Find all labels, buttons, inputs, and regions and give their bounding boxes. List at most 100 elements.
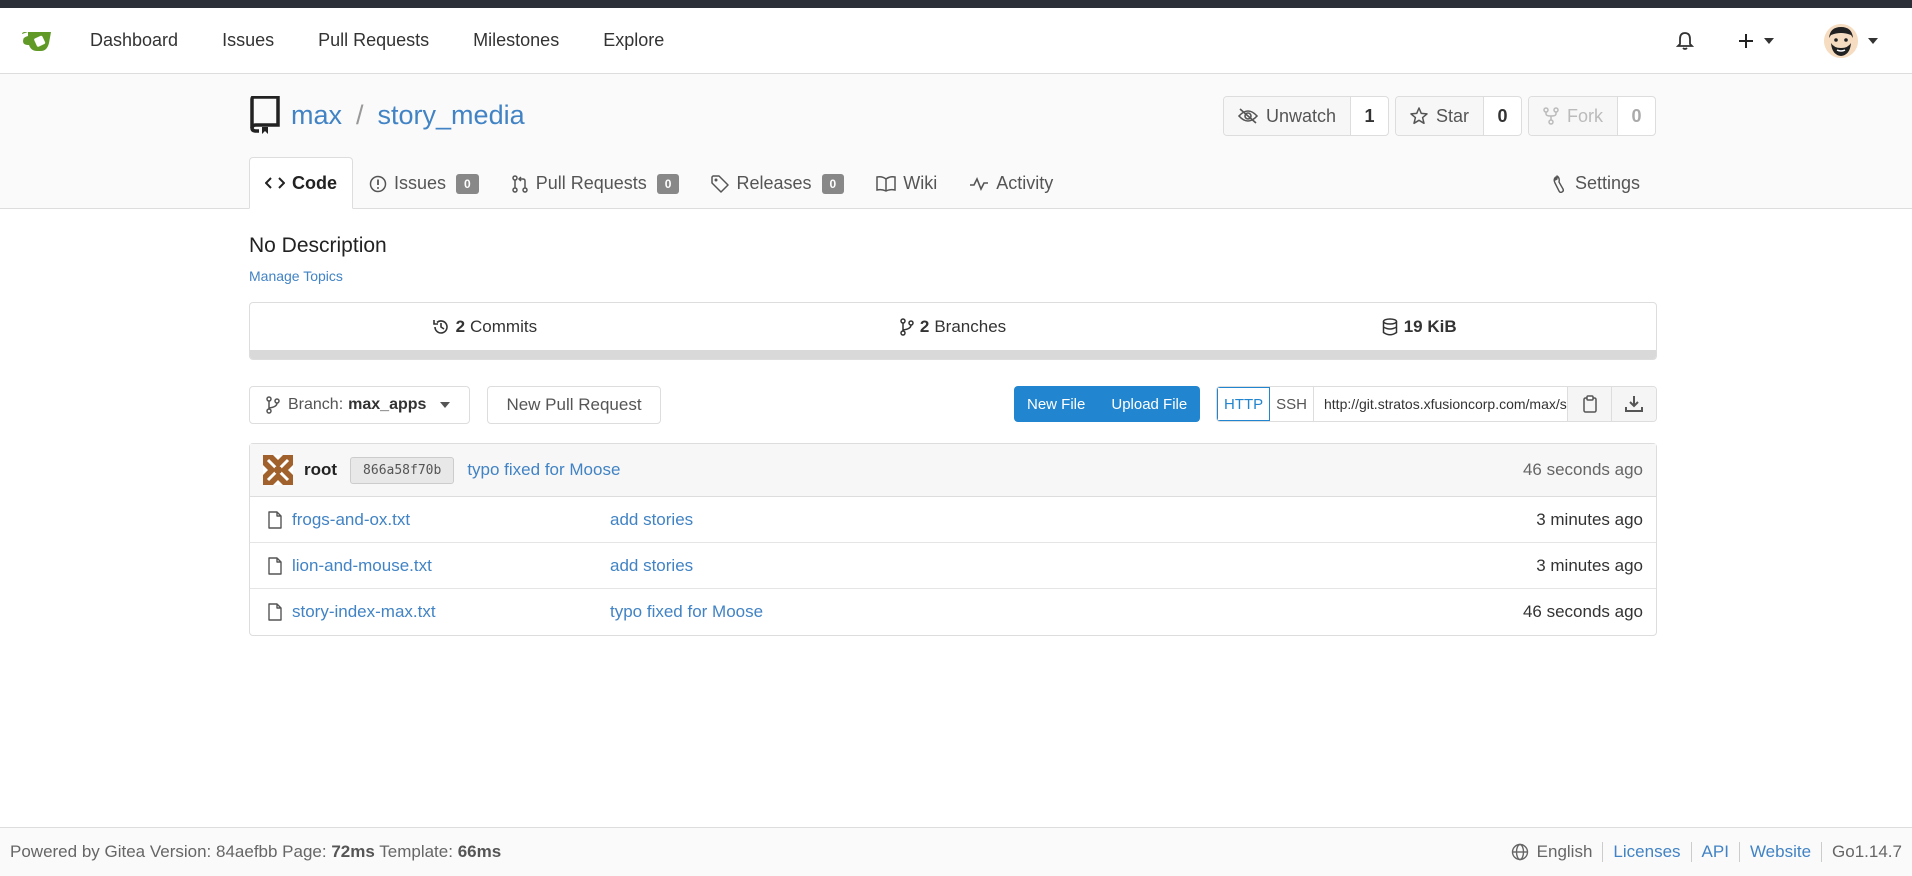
- tab-activity-label: Activity: [996, 173, 1054, 193]
- repo-owner-link[interactable]: max: [291, 100, 342, 131]
- tab-issues[interactable]: Issues 0: [353, 157, 495, 209]
- repo-content: No Description Manage Topics 2 Commits 2…: [249, 210, 1657, 636]
- divider: [1821, 842, 1823, 862]
- eye-slash-icon: [1237, 108, 1258, 124]
- copy-url-button[interactable]: [1568, 387, 1612, 421]
- fork-icon: [1543, 107, 1559, 125]
- repo-name-link[interactable]: story_media: [378, 100, 525, 131]
- repo-size: 19 KiB: [1403, 317, 1457, 336]
- bell-icon[interactable]: [1676, 31, 1694, 51]
- language-selector[interactable]: English: [1537, 842, 1593, 862]
- commit-message-link[interactable]: typo fixed for Moose: [467, 460, 620, 480]
- ssh-clone-button[interactable]: SSH: [1270, 387, 1314, 421]
- tab-code[interactable]: Code: [249, 157, 353, 209]
- book-icon: [876, 175, 896, 192]
- plus-icon: [1738, 33, 1754, 49]
- gitea-logo[interactable]: [18, 24, 56, 58]
- tab-settings[interactable]: Settings: [1536, 157, 1656, 209]
- user-menu[interactable]: [1824, 24, 1878, 58]
- repo-description: No Description: [249, 234, 387, 257]
- commit-sha-label[interactable]: 866a58f70b: [350, 456, 455, 484]
- repo-header: max / story_media Unwatch 1 Star 0 Fork …: [0, 74, 1912, 209]
- tab-activity[interactable]: Activity: [953, 157, 1069, 209]
- download-icon: [1625, 395, 1643, 413]
- file-commit-link[interactable]: add stories: [610, 556, 1536, 576]
- clone-panel: HTTP SSH http://git.stratos.xfusioncorp.…: [1215, 386, 1657, 422]
- repo-stats-bar: 2 Commits 2 Branches 19 KiB: [249, 302, 1657, 360]
- star-count[interactable]: 0: [1484, 97, 1521, 135]
- nav-explore[interactable]: Explore: [603, 30, 664, 51]
- pulls-count-badge: 0: [656, 173, 680, 194]
- file-time: 46 seconds ago: [1522, 602, 1643, 621]
- navbar-right: [1676, 8, 1878, 74]
- file-time: 3 minutes ago: [1536, 509, 1643, 529]
- repo-tabs: Code Issues 0 Pull Requests 0 Releases 0: [249, 157, 1656, 209]
- repo-icon: [249, 96, 281, 134]
- branches-count: 2: [919, 317, 930, 336]
- branch-selector[interactable]: Branch: max_apps: [249, 386, 470, 424]
- nav-pull-requests[interactable]: Pull Requests: [318, 30, 429, 51]
- unwatch-button[interactable]: Unwatch: [1223, 97, 1351, 135]
- new-pull-request-button[interactable]: New Pull Request: [487, 386, 661, 424]
- tab-releases-label: Releases: [736, 173, 812, 193]
- new-file-button[interactable]: New File: [1014, 386, 1099, 422]
- branch-name: max_apps: [348, 396, 427, 413]
- download-button[interactable]: [1612, 387, 1656, 421]
- create-new-menu[interactable]: [1738, 33, 1774, 49]
- footer-powered-by: Powered by Gitea Version: 84aefbb Page: …: [10, 842, 501, 862]
- clone-url-input[interactable]: http://git.stratos.xfusioncorp.com/max/s…: [1314, 387, 1568, 421]
- wrench-icon: [1552, 174, 1568, 193]
- issue-icon: [369, 175, 387, 193]
- commits-stat[interactable]: 2 Commits: [250, 303, 719, 359]
- api-link[interactable]: API: [1702, 842, 1729, 862]
- commit-time: 46 seconds ago: [1522, 460, 1643, 479]
- watch-count[interactable]: 1: [1351, 97, 1388, 135]
- size-stat: 19 KiB: [1187, 303, 1656, 359]
- chevron-down-icon: [1764, 38, 1774, 44]
- branch-icon: [266, 396, 280, 414]
- file-name-link[interactable]: story-index-max.txt: [292, 602, 610, 622]
- upload-file-button[interactable]: Upload File: [1098, 386, 1201, 422]
- divider: [1738, 842, 1740, 862]
- file-icon: [268, 510, 282, 529]
- website-link[interactable]: Website: [1750, 842, 1811, 862]
- star-button-group: Star 0: [1394, 96, 1522, 136]
- top-navbar: Dashboard Issues Pull Requests Milestone…: [0, 8, 1912, 74]
- top-accent-bar: [0, 0, 1912, 8]
- nav-milestones[interactable]: Milestones: [473, 30, 559, 51]
- unwatch-label: Unwatch: [1265, 105, 1336, 126]
- fork-button[interactable]: Fork: [1529, 97, 1618, 135]
- http-clone-button[interactable]: HTTP: [1216, 387, 1271, 421]
- branch-prefix: Branch:: [288, 396, 344, 413]
- star-icon: [1410, 107, 1428, 125]
- star-button[interactable]: Star: [1395, 97, 1484, 135]
- avatar[interactable]: [263, 455, 293, 485]
- tab-wiki-label: Wiki: [903, 173, 938, 193]
- code-icon: [265, 176, 285, 190]
- issues-count-badge: 0: [456, 173, 479, 194]
- branches-label: Branches: [934, 317, 1007, 336]
- commits-count: 2: [455, 317, 466, 336]
- fork-count[interactable]: 0: [1618, 97, 1655, 135]
- tab-pull-requests[interactable]: Pull Requests 0: [495, 157, 696, 209]
- nav-dashboard[interactable]: Dashboard: [90, 30, 178, 51]
- star-label: Star: [1435, 105, 1469, 126]
- file-icon: [268, 556, 282, 575]
- tab-settings-label: Settings: [1574, 173, 1640, 193]
- licenses-link[interactable]: Licenses: [1613, 842, 1680, 862]
- footer-links: English Licenses API Website Go1.14.7: [1511, 842, 1902, 862]
- avatar: [1824, 24, 1858, 58]
- tab-wiki[interactable]: Wiki: [860, 157, 953, 209]
- file-name-link[interactable]: lion-and-mouse.txt: [292, 556, 610, 576]
- commit-author[interactable]: root: [304, 460, 337, 480]
- file-commit-link[interactable]: add stories: [610, 510, 1536, 530]
- file-name-link[interactable]: frogs-and-ox.txt: [292, 510, 610, 530]
- list-item: frogs-and-ox.txt add stories 3 minutes a…: [250, 497, 1656, 543]
- branches-stat[interactable]: 2 Branches: [719, 303, 1188, 359]
- nav-issues[interactable]: Issues: [222, 30, 274, 51]
- go-version: Go1.14.7: [1832, 842, 1902, 861]
- file-commit-link[interactable]: typo fixed for Moose: [610, 602, 1523, 622]
- manage-topics-link[interactable]: Manage Topics: [249, 268, 343, 284]
- template-render-time: 66ms: [457, 842, 502, 861]
- tab-releases[interactable]: Releases 0: [695, 157, 860, 209]
